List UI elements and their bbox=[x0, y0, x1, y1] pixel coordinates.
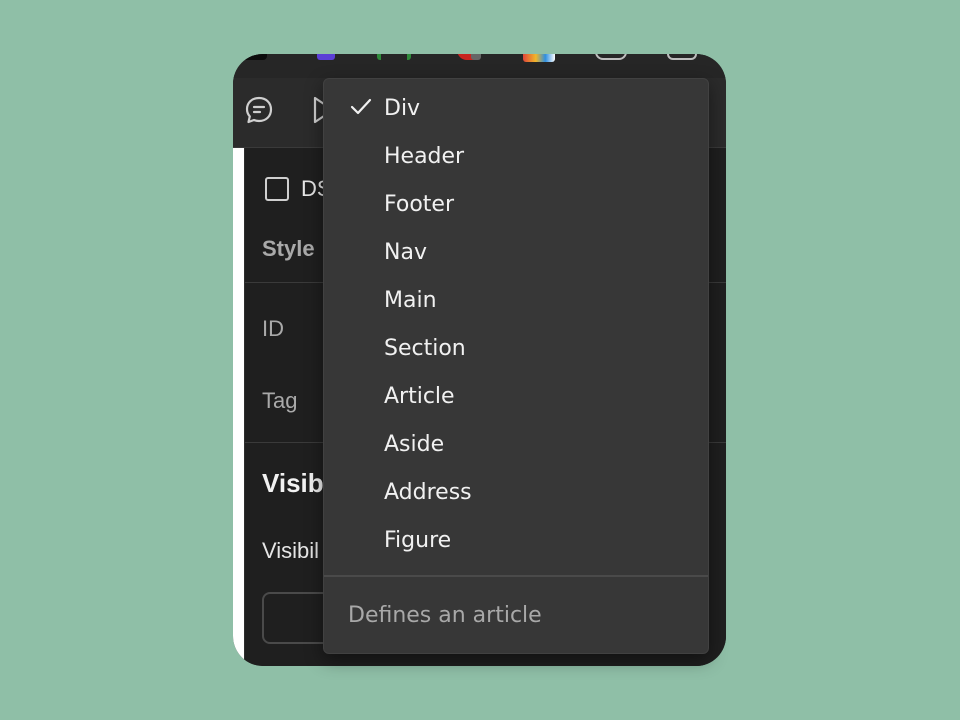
menu-divider bbox=[324, 575, 708, 577]
menu-item-label: Div bbox=[384, 95, 421, 121]
canvas-edge bbox=[233, 148, 244, 666]
menu-item-label: Footer bbox=[384, 191, 454, 217]
menu-item-label: Article bbox=[384, 383, 455, 409]
menu-item-header[interactable]: Header bbox=[324, 132, 708, 180]
dock-app-icon[interactable] bbox=[317, 54, 335, 60]
dock-app-icon[interactable] bbox=[595, 54, 627, 60]
tag-dropdown-menu: Div Header Footer Nav Main Section Artic… bbox=[323, 78, 709, 654]
menu-item-label: Aside bbox=[384, 431, 445, 457]
menu-item-label: Figure bbox=[384, 527, 452, 553]
visibility-heading: Visib bbox=[262, 468, 324, 498]
menu-item-footer[interactable]: Footer bbox=[324, 180, 708, 228]
dock bbox=[233, 54, 726, 78]
tag-label: Tag bbox=[262, 388, 298, 413]
checkmark-icon bbox=[350, 98, 372, 115]
checkbox-row[interactable]: DS bbox=[265, 176, 332, 202]
menu-item-section[interactable]: Section bbox=[324, 324, 708, 372]
menu-item-div[interactable]: Div bbox=[324, 84, 708, 132]
menu-item-aside[interactable]: Aside bbox=[324, 420, 708, 468]
menu-item-nav[interactable]: Nav bbox=[324, 228, 708, 276]
menu-item-main[interactable]: Main bbox=[324, 276, 708, 324]
menu-description: Defines an article bbox=[348, 603, 542, 628]
checkbox[interactable] bbox=[265, 177, 289, 201]
visibility-label: Visibil bbox=[262, 538, 320, 563]
menu-item-label: Section bbox=[384, 335, 466, 361]
dock-app-icon[interactable] bbox=[523, 54, 555, 62]
menu-item-label: Address bbox=[384, 479, 472, 505]
menu-item-article[interactable]: Article bbox=[324, 372, 708, 420]
menu-item-figure[interactable]: Figure bbox=[324, 516, 708, 564]
menu-item-label: Header bbox=[384, 143, 465, 169]
menu-item-label: Main bbox=[384, 287, 437, 313]
id-label: ID bbox=[262, 316, 284, 341]
dock-app-icon[interactable] bbox=[239, 54, 267, 60]
style-heading: Style bbox=[262, 236, 315, 261]
dock-app-icon[interactable] bbox=[377, 54, 411, 60]
dock-app-icon[interactable] bbox=[457, 54, 481, 60]
dock-app-icon[interactable] bbox=[667, 54, 697, 60]
menu-item-address[interactable]: Address bbox=[324, 468, 708, 516]
comment-icon[interactable] bbox=[243, 94, 275, 126]
menu-item-label: Nav bbox=[384, 239, 427, 265]
